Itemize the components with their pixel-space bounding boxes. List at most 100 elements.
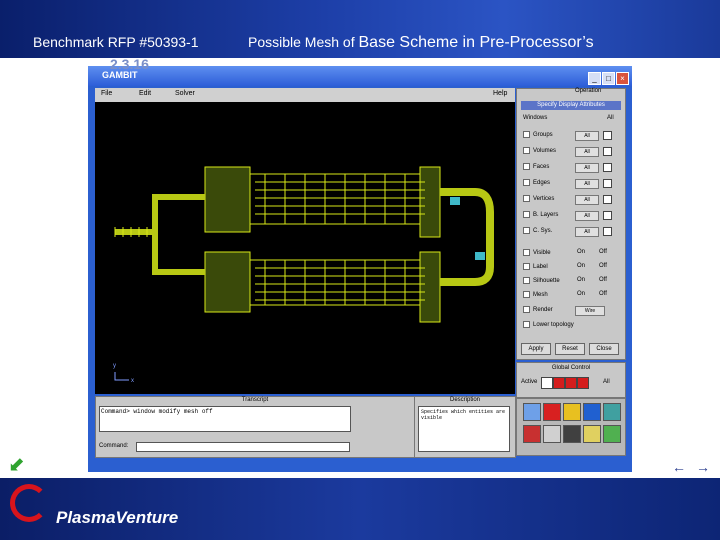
reset-button[interactable]: Reset xyxy=(555,343,585,355)
windows-all-button[interactable]: All xyxy=(607,115,614,121)
entity-color-swatch[interactable] xyxy=(603,131,612,140)
select-icon[interactable] xyxy=(543,403,561,421)
rotate-icon[interactable] xyxy=(523,425,541,443)
checkbox[interactable] xyxy=(523,227,530,234)
render-icon[interactable] xyxy=(563,425,581,443)
panel-title: Specify Display Attributes xyxy=(521,101,621,110)
attr-label: Mesh xyxy=(533,292,548,299)
attr-label: Visible xyxy=(533,250,551,257)
attr-off-radio[interactable]: Off xyxy=(599,291,607,297)
minimize-icon[interactable]: _ xyxy=(588,72,601,85)
menu-help[interactable]: Help xyxy=(493,90,507,97)
zoom-icon[interactable] xyxy=(583,403,601,421)
checkbox[interactable] xyxy=(523,291,530,298)
checkbox[interactable] xyxy=(523,321,530,328)
close-button[interactable]: Close xyxy=(589,343,619,355)
checkbox[interactable] xyxy=(523,306,530,313)
mesh-icon[interactable] xyxy=(563,403,581,421)
svg-text:y: y xyxy=(113,363,116,369)
header-benchmark: Benchmark RFP #50393-1 xyxy=(33,34,199,50)
checkbox[interactable] xyxy=(523,263,530,270)
close-icon[interactable]: × xyxy=(616,72,629,85)
examine-icon[interactable] xyxy=(603,425,621,443)
entity-select[interactable]: All xyxy=(575,179,599,189)
entity-row-faces[interactable]: Faces All xyxy=(523,163,623,173)
entity-row-csys[interactable]: C. Sys. All xyxy=(523,227,623,237)
entity-label: Faces xyxy=(533,164,550,171)
ghost-version: 2.3.16 xyxy=(110,56,149,72)
entity-select[interactable]: All xyxy=(575,147,599,157)
fit-view-icon[interactable] xyxy=(523,403,541,421)
orient-icon[interactable] xyxy=(543,425,561,443)
command-input[interactable] xyxy=(136,442,350,452)
checkbox[interactable] xyxy=(523,179,530,186)
checkbox[interactable] xyxy=(523,249,530,256)
entity-select[interactable]: All xyxy=(575,227,599,237)
checkbox[interactable] xyxy=(523,211,530,218)
entity-color-swatch[interactable] xyxy=(603,179,612,188)
attr-on-radio[interactable]: On xyxy=(577,277,585,283)
entity-color-swatch[interactable] xyxy=(603,211,612,220)
entity-label: Groups xyxy=(533,132,553,139)
attr-row-silhouette[interactable]: Silhouette On Off xyxy=(523,277,623,287)
checkbox[interactable] xyxy=(523,277,530,284)
prev-slide-icon[interactable]: ← xyxy=(670,458,688,476)
render-row[interactable]: Render Wire xyxy=(523,306,623,316)
entity-select[interactable]: All xyxy=(575,195,599,205)
transcript-box[interactable]: Command> window modify mesh off xyxy=(99,406,351,432)
back-arrow-icon[interactable]: ⬋ xyxy=(8,452,25,477)
checkbox[interactable] xyxy=(523,131,530,138)
entity-color-swatch[interactable] xyxy=(603,163,612,172)
attr-off-radio[interactable]: Off xyxy=(599,263,607,269)
apply-button[interactable]: Apply xyxy=(521,343,551,355)
operation-label: Operation xyxy=(575,88,602,94)
menubar: File Edit Solver Help xyxy=(95,88,515,103)
shade-icon[interactable] xyxy=(603,403,621,421)
entity-label: Edges xyxy=(533,180,551,187)
menu-edit[interactable]: Edit xyxy=(139,90,151,97)
display-icon[interactable] xyxy=(583,425,601,443)
attr-on-radio[interactable]: On xyxy=(577,291,585,297)
window-select-icon[interactable] xyxy=(553,377,565,389)
menu-solver[interactable]: Solver xyxy=(175,90,195,97)
logo-text: PlasmaVenture xyxy=(56,508,179,527)
attr-off-radio[interactable]: Off xyxy=(599,277,607,283)
attr-row-visible[interactable]: Visible On Off xyxy=(523,249,623,259)
description-title: Description xyxy=(449,397,480,403)
entity-color-swatch[interactable] xyxy=(603,195,612,204)
attr-row-label[interactable]: Label On Off xyxy=(523,263,623,273)
global-control-label: Global Control xyxy=(551,365,591,371)
entity-row-vertices[interactable]: Vertices All xyxy=(523,195,623,205)
checkbox[interactable] xyxy=(523,195,530,202)
attr-row-mesh[interactable]: Mesh On Off xyxy=(523,291,623,301)
entity-row-volumes[interactable]: Volumes All xyxy=(523,147,623,157)
next-slide-icon[interactable]: → xyxy=(694,458,712,476)
entity-row-blayers[interactable]: B. Layers All xyxy=(523,211,623,221)
window-titlebar[interactable]: GAMBIT _ □ × xyxy=(88,66,632,86)
window-select-icon[interactable] xyxy=(565,377,577,389)
checkbox[interactable] xyxy=(523,147,530,154)
checkbox[interactable] xyxy=(523,163,530,170)
header-title: Possible Mesh of Base Scheme in Pre-Proc… xyxy=(248,34,594,52)
window-select-icon[interactable] xyxy=(577,377,589,389)
logo-swirl-icon xyxy=(10,484,48,522)
entity-select[interactable]: All xyxy=(575,211,599,221)
entity-color-swatch[interactable] xyxy=(603,147,612,156)
maximize-icon[interactable]: □ xyxy=(602,72,615,85)
render-select[interactable]: Wire xyxy=(575,306,605,316)
global-all-button[interactable]: All xyxy=(603,379,610,385)
entity-select[interactable]: All xyxy=(575,131,599,141)
attr-on-radio[interactable]: On xyxy=(577,249,585,255)
entity-row-groups[interactable]: Groups All xyxy=(523,131,623,141)
gambit-window: GAMBIT _ □ × 2.3.16 File Edit Solver Hel… xyxy=(88,56,632,472)
lower-topology-row[interactable]: Lower topology xyxy=(523,321,623,331)
entity-row-edges[interactable]: Edges All xyxy=(523,179,623,189)
entity-color-swatch[interactable] xyxy=(603,227,612,236)
menu-file[interactable]: File xyxy=(101,90,112,97)
entity-select[interactable]: All xyxy=(575,163,599,173)
attr-on-radio[interactable]: On xyxy=(577,263,585,269)
attr-off-radio[interactable]: Off xyxy=(599,249,607,255)
window-select-icon[interactable] xyxy=(541,377,553,389)
mesh-drawing: y x xyxy=(113,166,494,384)
graphics-viewport[interactable]: y x xyxy=(95,102,515,394)
